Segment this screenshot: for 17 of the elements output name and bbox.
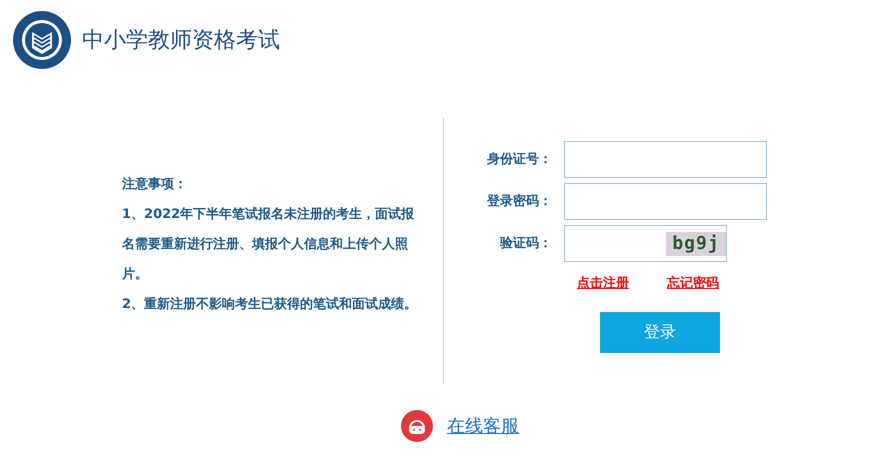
emblem-logo	[12, 10, 72, 70]
captcha-field[interactable]: bg9j	[564, 225, 727, 262]
field-label: 身份证号：	[486, 150, 553, 169]
forgot-password-link[interactable]: 忘记密码	[667, 274, 719, 294]
online-support-link[interactable]: 在线客服	[447, 412, 519, 440]
field-label: 验证码：	[498, 234, 553, 253]
captcha-image[interactable]: bg9j	[666, 232, 726, 256]
register-link[interactable]: 点击注册	[577, 274, 629, 294]
notice-paragraph: 1、2022年下半年笔试报名未注册的考生，面试报名需要重新进行注册、填报个人信息和上传个人照片。	[122, 206, 416, 284]
login-button[interactable]: 登录	[600, 312, 720, 352]
password-field[interactable]	[564, 183, 767, 220]
field-label: 登录密码：	[486, 192, 553, 211]
id-number-field[interactable]	[564, 141, 767, 178]
site-title: 中小学教师资格考试	[82, 26, 280, 54]
notice-heading: 注意事项：	[122, 176, 188, 194]
headset-icon[interactable]	[401, 410, 433, 442]
notice-paragraph: 2、重新注册不影响考生已获得的笔试和面试成绩。	[122, 296, 418, 314]
